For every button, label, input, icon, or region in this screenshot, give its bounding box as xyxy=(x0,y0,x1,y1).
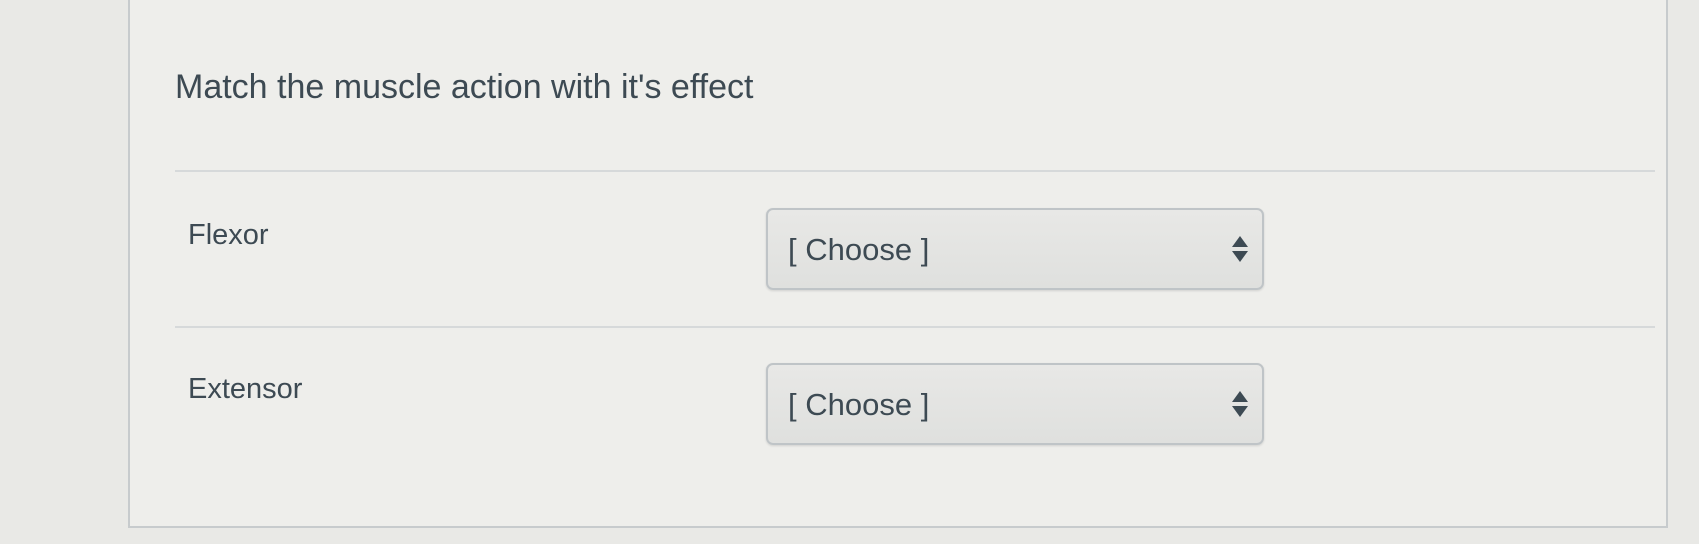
match-label-extensor: Extensor xyxy=(188,373,303,405)
question-card: Match the muscle action with it's effect… xyxy=(128,0,1668,528)
up-down-chevron-icon xyxy=(1232,236,1248,264)
select-value: [ Choose ] xyxy=(788,232,930,267)
question-text: Match the muscle action with it's effect xyxy=(175,68,754,106)
divider xyxy=(175,170,1655,172)
select-value: [ Choose ] xyxy=(788,387,930,422)
match-select-extensor[interactable]: [ Choose ] xyxy=(766,363,1264,445)
up-down-chevron-icon xyxy=(1232,391,1248,419)
divider xyxy=(175,326,1655,328)
match-select-flexor[interactable]: [ Choose ] xyxy=(766,208,1264,290)
match-label-flexor: Flexor xyxy=(188,219,269,251)
